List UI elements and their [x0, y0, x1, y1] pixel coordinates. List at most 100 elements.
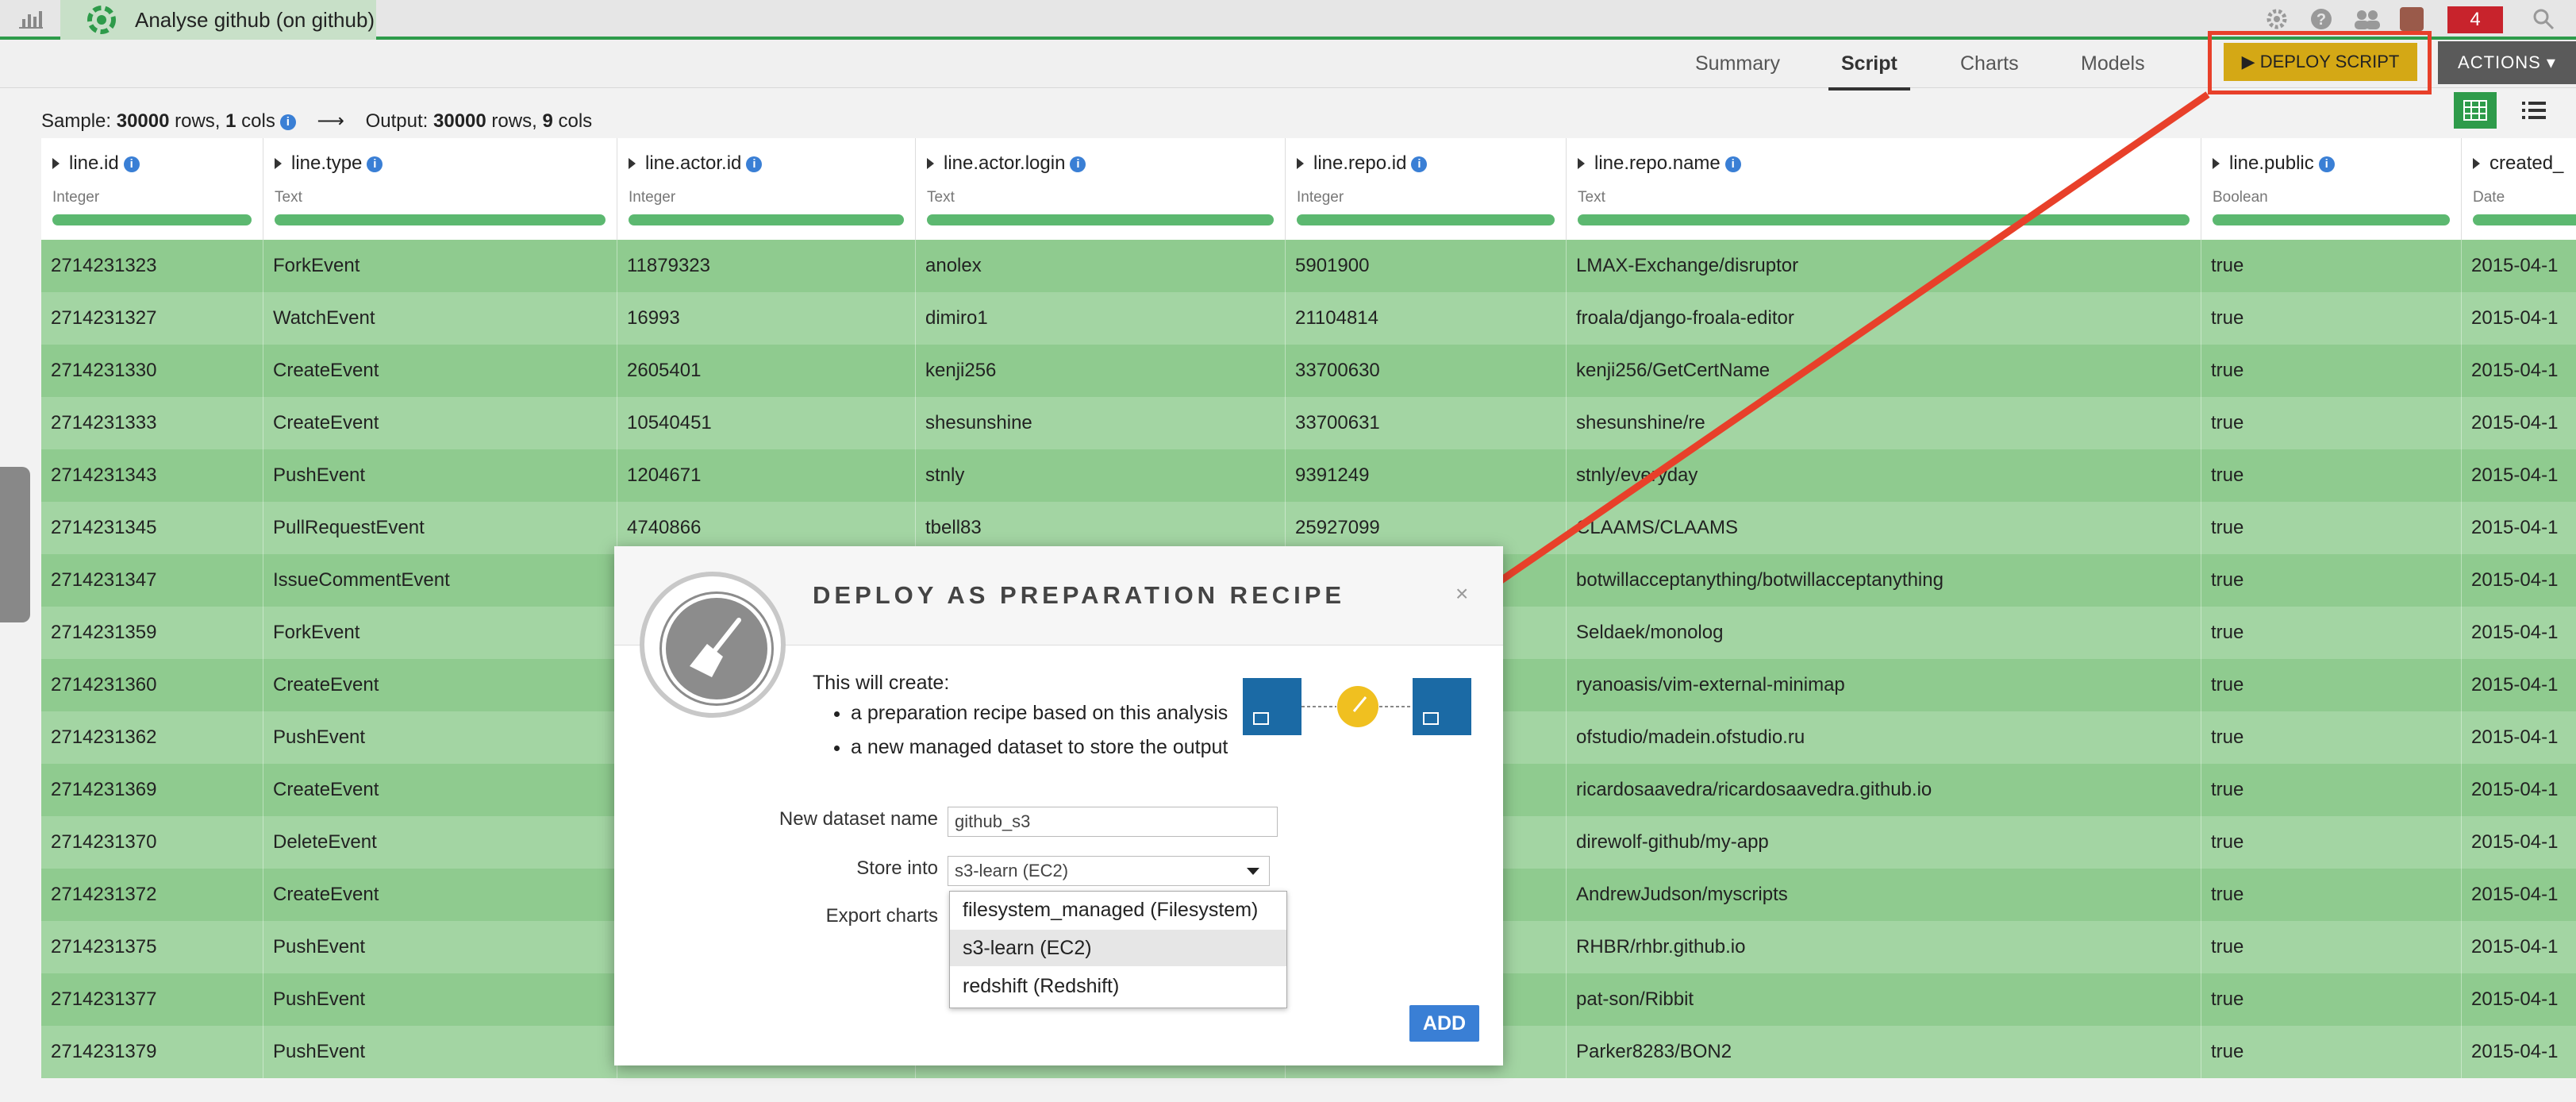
- users-icon[interactable]: [2352, 7, 2382, 31]
- table-cell[interactable]: 33700630: [1286, 345, 1567, 397]
- table-cell[interactable]: 2015-04-1: [2462, 659, 2576, 711]
- table-cell[interactable]: 2714231370: [41, 816, 263, 869]
- table-cell[interactable]: 2714231327: [41, 292, 263, 345]
- table-cell[interactable]: 2714231360: [41, 659, 263, 711]
- table-cell[interactable]: stnly: [916, 449, 1286, 502]
- table-cell[interactable]: true: [2201, 764, 2462, 816]
- table-cell[interactable]: pat-son/Ribbit: [1567, 973, 2201, 1026]
- table-cell[interactable]: PushEvent: [263, 921, 617, 973]
- table-cell[interactable]: true: [2201, 607, 2462, 659]
- table-cell[interactable]: Seldaek/monolog: [1567, 607, 2201, 659]
- option-filesystem[interactable]: filesystem_managed (Filesystem): [950, 892, 1286, 928]
- table-cell[interactable]: 2015-04-1: [2462, 764, 2576, 816]
- table-cell[interactable]: 2714231345: [41, 502, 263, 554]
- table-cell[interactable]: ricardosaavedra/ricardosaavedra.github.i…: [1567, 764, 2201, 816]
- table-cell[interactable]: 2015-04-1: [2462, 973, 2576, 1026]
- table-row[interactable]: 2714231333 CreateEvent 10540451 shesunshine…: [41, 397, 2576, 449]
- table-view-button[interactable]: [2454, 92, 2497, 129]
- table-cell[interactable]: 2714231375: [41, 921, 263, 973]
- option-s3-learn[interactable]: s3-learn (EC2): [950, 930, 1286, 966]
- table-cell[interactable]: PushEvent: [263, 711, 617, 764]
- table-cell[interactable]: PushEvent: [263, 1026, 617, 1078]
- table-cell[interactable]: ofstudio/madein.ofstudio.ru: [1567, 711, 2201, 764]
- column-header[interactable]: line.public i Boolean: [2201, 138, 2462, 240]
- table-cell[interactable]: CreateEvent: [263, 345, 617, 397]
- table-cell[interactable]: 2015-04-1: [2462, 554, 2576, 607]
- column-header[interactable]: line.actor.id i Integer: [617, 138, 916, 240]
- table-cell[interactable]: 2015-04-1: [2462, 711, 2576, 764]
- table-cell[interactable]: dimiro1: [916, 292, 1286, 345]
- table-cell[interactable]: true: [2201, 711, 2462, 764]
- table-row[interactable]: 2714231343 PushEvent 1204671 stnly 9391249st…: [41, 449, 2576, 502]
- table-cell[interactable]: 16993: [617, 292, 916, 345]
- table-cell[interactable]: CreateEvent: [263, 764, 617, 816]
- table-cell[interactable]: 21104814: [1286, 292, 1567, 345]
- table-cell[interactable]: true: [2201, 240, 2462, 292]
- table-cell[interactable]: botwillacceptanything/botwillacceptanyth…: [1567, 554, 2201, 607]
- table-cell[interactable]: CreateEvent: [263, 869, 617, 921]
- dataset-name-input[interactable]: github_s3: [948, 807, 1278, 837]
- table-cell[interactable]: Parker8283/BON2: [1567, 1026, 2201, 1078]
- store-into-select[interactable]: s3-learn (EC2): [948, 856, 1270, 886]
- table-cell[interactable]: 2015-04-1: [2462, 292, 2576, 345]
- table-cell[interactable]: 2714231362: [41, 711, 263, 764]
- table-cell[interactable]: 2015-04-1: [2462, 345, 2576, 397]
- help-icon[interactable]: ?: [2309, 7, 2333, 31]
- search-icon[interactable]: [2532, 7, 2555, 31]
- column-header[interactable]: line.type i Text: [263, 138, 617, 240]
- table-cell[interactable]: ForkEvent: [263, 607, 617, 659]
- info-icon[interactable]: i: [1724, 156, 1741, 172]
- table-cell[interactable]: WatchEvent: [263, 292, 617, 345]
- table-cell[interactable]: 2714231333: [41, 397, 263, 449]
- table-cell[interactable]: DeleteEvent: [263, 816, 617, 869]
- add-button[interactable]: ADD: [1409, 1005, 1479, 1042]
- table-cell[interactable]: true: [2201, 1026, 2462, 1078]
- bar-chart-icon[interactable]: [17, 8, 44, 30]
- notification-badge[interactable]: 4: [2447, 6, 2503, 33]
- column-header[interactable]: line.id i Integer: [41, 138, 263, 240]
- table-cell[interactable]: true: [2201, 869, 2462, 921]
- table-cell[interactable]: 2714231330: [41, 345, 263, 397]
- table-cell[interactable]: shesunshine: [916, 397, 1286, 449]
- table-cell[interactable]: 10540451: [617, 397, 916, 449]
- info-icon[interactable]: i: [279, 114, 296, 130]
- table-cell[interactable]: ryanoasis/vim-external-minimap: [1567, 659, 2201, 711]
- avatar[interactable]: [2400, 7, 2424, 31]
- table-cell[interactable]: 2015-04-1: [2462, 240, 2576, 292]
- side-panel-handle[interactable]: [0, 467, 30, 622]
- option-redshift[interactable]: redshift (Redshift): [950, 968, 1286, 1004]
- table-cell[interactable]: 2714231343: [41, 449, 263, 502]
- table-cell[interactable]: 11879323: [617, 240, 916, 292]
- table-cell[interactable]: shesunshine/re: [1567, 397, 2201, 449]
- table-cell[interactable]: true: [2201, 449, 2462, 502]
- table-cell[interactable]: true: [2201, 502, 2462, 554]
- table-cell[interactable]: direwolf-github/my-app: [1567, 816, 2201, 869]
- table-cell[interactable]: 9391249: [1286, 449, 1567, 502]
- info-icon[interactable]: i: [746, 156, 763, 172]
- table-cell[interactable]: true: [2201, 554, 2462, 607]
- table-row[interactable]: 2714231327 WatchEvent 16993 dimiro1 21104814…: [41, 292, 2576, 345]
- table-cell[interactable]: 2714231323: [41, 240, 263, 292]
- table-cell[interactable]: 2015-04-1: [2462, 1026, 2576, 1078]
- table-cell[interactable]: stnly/everyday: [1567, 449, 2201, 502]
- table-cell[interactable]: froala/django-froala-editor: [1567, 292, 2201, 345]
- table-cell[interactable]: ForkEvent: [263, 240, 617, 292]
- table-cell[interactable]: 2015-04-1: [2462, 869, 2576, 921]
- table-row[interactable]: 2714231323 ForkEvent 11879323 anolex 5901900…: [41, 240, 2576, 292]
- table-cell[interactable]: true: [2201, 816, 2462, 869]
- table-cell[interactable]: IssueCommentEvent: [263, 554, 617, 607]
- table-cell[interactable]: CLAAMS/CLAAMS: [1567, 502, 2201, 554]
- table-cell[interactable]: LMAX-Exchange/disruptor: [1567, 240, 2201, 292]
- table-cell[interactable]: true: [2201, 973, 2462, 1026]
- table-row[interactable]: 2714231330 CreateEvent 2605401 kenji256 3370…: [41, 345, 2576, 397]
- table-cell[interactable]: true: [2201, 397, 2462, 449]
- table-cell[interactable]: 2015-04-1: [2462, 607, 2576, 659]
- table-cell[interactable]: true: [2201, 921, 2462, 973]
- info-icon[interactable]: i: [367, 156, 383, 172]
- tab-script[interactable]: Script: [1828, 52, 1910, 91]
- table-cell[interactable]: 5901900: [1286, 240, 1567, 292]
- table-cell[interactable]: 2714231372: [41, 869, 263, 921]
- info-icon[interactable]: i: [1070, 156, 1086, 172]
- table-cell[interactable]: 2015-04-1: [2462, 397, 2576, 449]
- table-cell[interactable]: CreateEvent: [263, 397, 617, 449]
